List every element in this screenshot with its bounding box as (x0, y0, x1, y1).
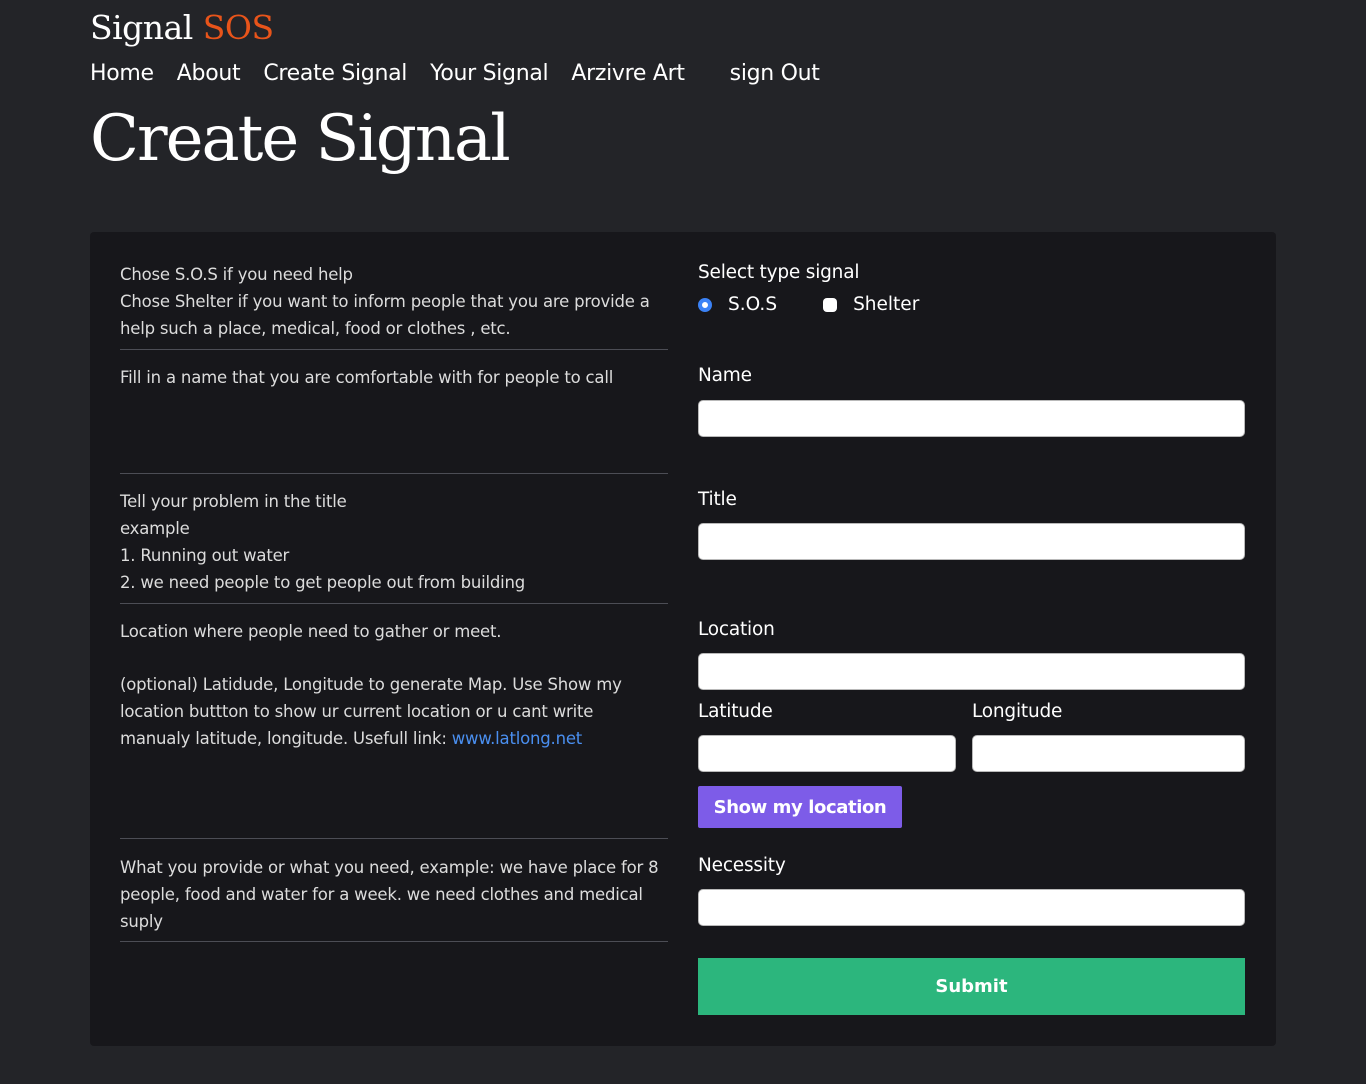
help-type-line-1: Chose S.O.S if you need help (120, 265, 353, 284)
latitude-label: Latitude (698, 701, 773, 722)
help-location: Location where people need to gather or … (120, 618, 668, 839)
divider (120, 603, 668, 604)
help-type: Chose S.O.S if you need help Chose Shelt… (120, 261, 668, 350)
help-title: Tell your problem in the title example 1… (120, 488, 668, 604)
show-my-location-button[interactable]: Show my location (698, 786, 902, 828)
location-label: Location (698, 619, 775, 640)
radio-sos[interactable] (698, 297, 712, 312)
help-name: Fill in a name that you are comfortable … (120, 364, 668, 474)
brand-logo[interactable]: Signal SOS (90, 8, 274, 47)
page-title: Create Signal (90, 102, 511, 176)
brand-accent: SOS (202, 8, 274, 47)
nav-arzivre-art[interactable]: Arzivre Art (571, 61, 685, 86)
necessity-input[interactable] (698, 889, 1245, 926)
help-title-line-4: 2. we need people to get people out from… (120, 573, 526, 592)
help-title-line-3: 1. Running out water (120, 546, 290, 565)
divider (120, 473, 668, 474)
help-necessity: What you provide or what you need, examp… (120, 854, 668, 942)
create-signal-form-card: Chose S.O.S if you need help Chose Shelt… (90, 232, 1276, 1046)
help-type-line-2: Chose Shelter if you want to inform peop… (120, 292, 650, 338)
radio-sos-label[interactable]: S.O.S (728, 294, 777, 315)
nav-home[interactable]: Home (90, 61, 154, 86)
help-name-text: Fill in a name that you are comfortable … (120, 368, 614, 387)
nav-your-signal[interactable]: Your Signal (430, 61, 549, 86)
help-coords-text: (optional) Latidude, Longitude to genera… (120, 671, 668, 752)
main-nav: Home About Create Signal Your Signal Arz… (90, 61, 843, 86)
radio-shelter[interactable] (823, 297, 838, 312)
help-location-text: Location where people need to gather or … (120, 622, 502, 641)
title-input[interactable] (698, 523, 1245, 560)
longitude-input[interactable] (972, 735, 1245, 772)
radio-shelter-label[interactable]: Shelter (853, 294, 919, 315)
divider (120, 941, 668, 942)
divider (120, 349, 668, 350)
longitude-label: Longitude (972, 701, 1063, 722)
name-label: Name (698, 365, 752, 386)
location-input[interactable] (698, 653, 1245, 690)
nav-create-signal[interactable]: Create Signal (263, 61, 407, 86)
help-necessity-text: What you provide or what you need, examp… (120, 858, 659, 931)
title-label: Title (698, 489, 737, 510)
latitude-input[interactable] (698, 735, 956, 772)
nav-about[interactable]: About (177, 61, 241, 86)
necessity-label: Necessity (698, 855, 786, 876)
latlong-link[interactable]: www.latlong.net (452, 729, 583, 748)
submit-button[interactable]: Submit (698, 958, 1245, 1015)
signal-type-radio-group: S.O.S Shelter (698, 294, 919, 315)
nav-sign-out[interactable]: sign Out (730, 61, 820, 86)
help-title-line-2: example (120, 519, 190, 538)
divider (120, 838, 668, 839)
brand-name: Signal (90, 8, 193, 47)
help-title-line-1: Tell your problem in the title (120, 492, 347, 511)
type-label: Select type signal (698, 262, 860, 283)
name-input[interactable] (698, 400, 1245, 437)
